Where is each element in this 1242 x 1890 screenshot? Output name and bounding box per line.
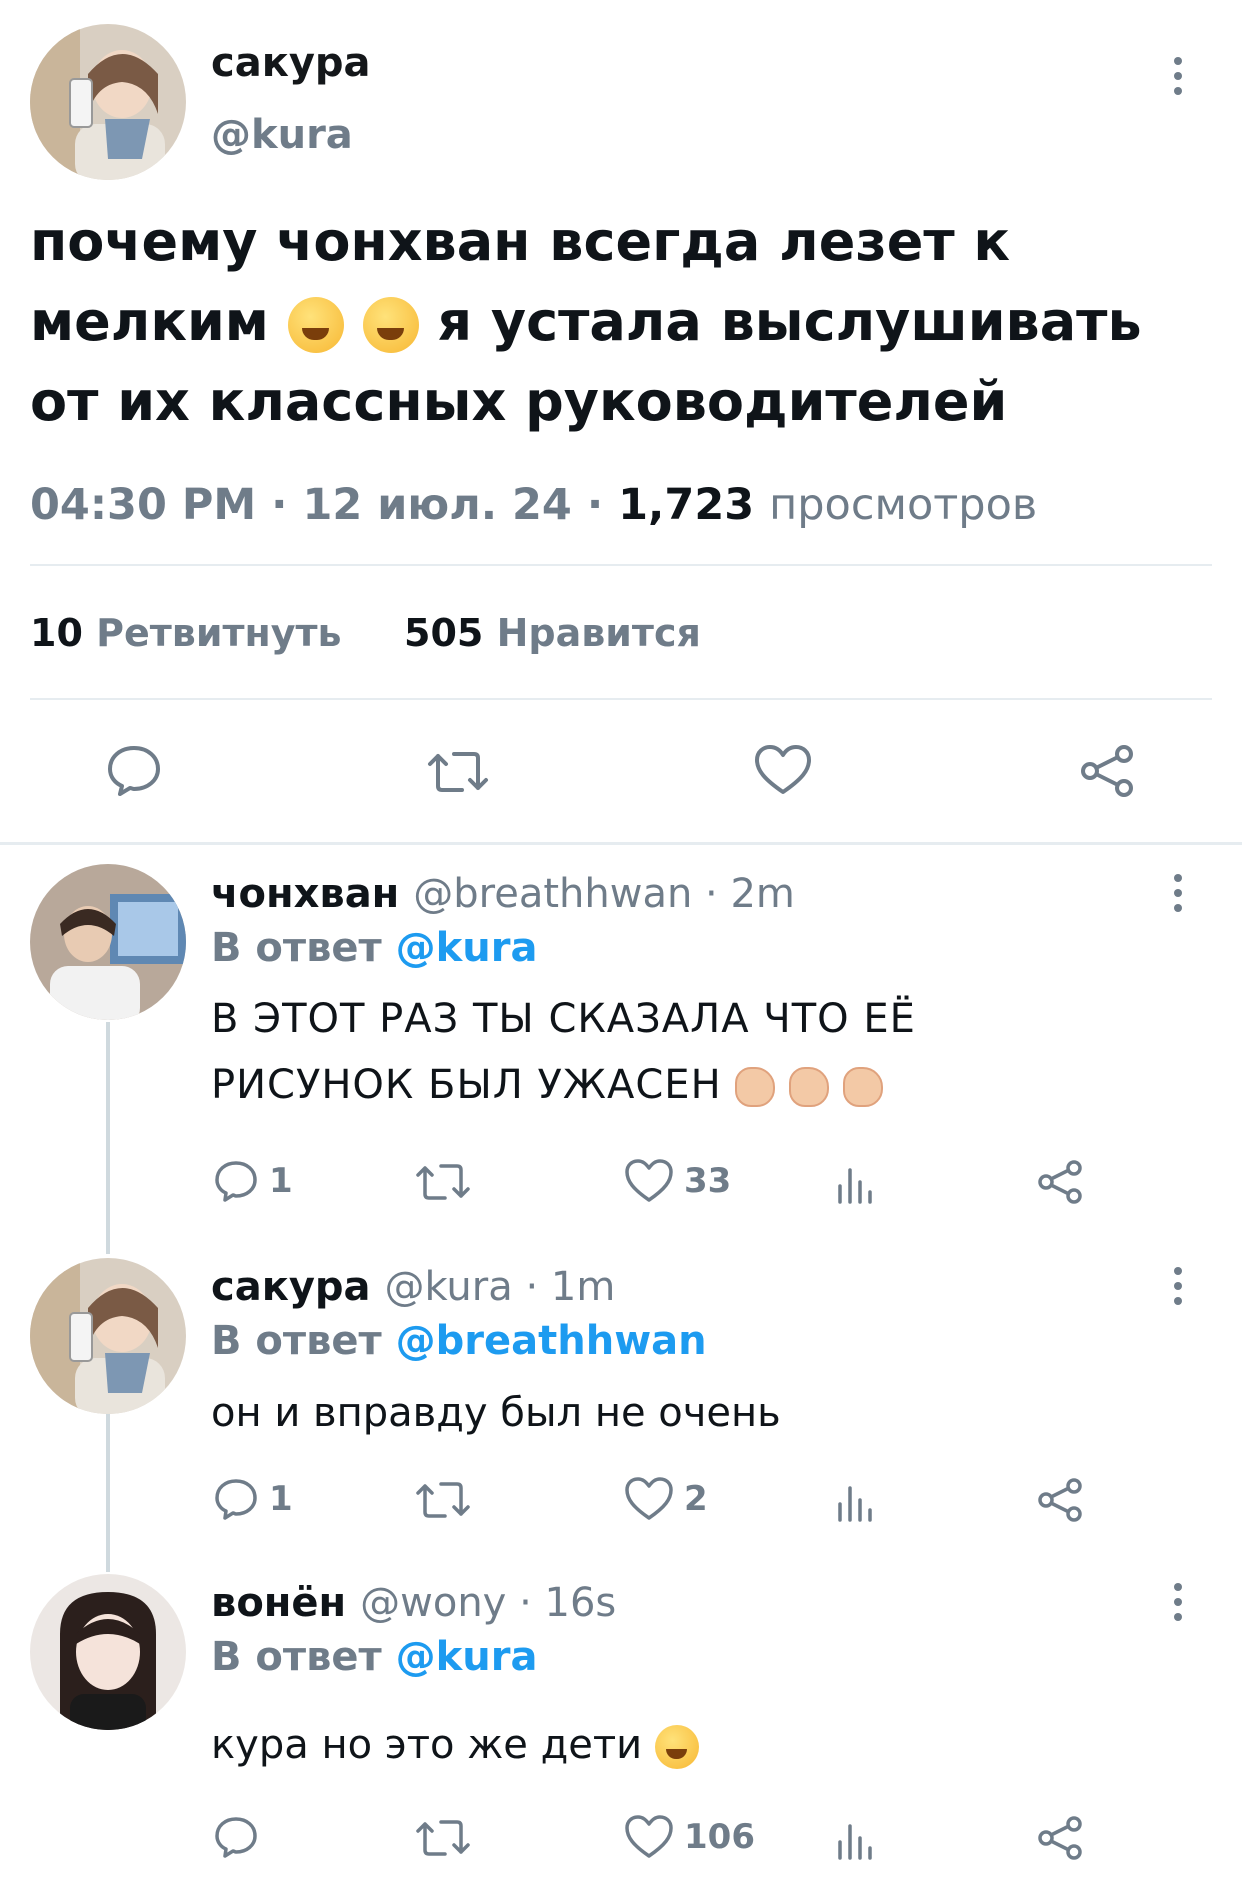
reply-author-handle[interactable]: @breathhwan · 2m bbox=[413, 871, 795, 917]
likes-count[interactable]: 505 bbox=[404, 611, 483, 655]
more-icon[interactable] bbox=[1170, 1266, 1186, 1306]
more-icon[interactable] bbox=[1170, 1582, 1186, 1622]
reply-to-line: В ответ @kura bbox=[211, 925, 538, 971]
like-action[interactable]: 106 bbox=[624, 1814, 755, 1860]
stats-icon bbox=[838, 1824, 872, 1860]
more-icon[interactable] bbox=[1170, 56, 1186, 96]
crying-emoji bbox=[362, 297, 419, 354]
share-icon bbox=[1038, 1160, 1082, 1204]
share-action[interactable] bbox=[1036, 1814, 1084, 1862]
tweet-views-count: 1,723 bbox=[618, 480, 755, 530]
thread-line bbox=[106, 1414, 110, 1572]
stats-icon bbox=[838, 1486, 872, 1522]
reply-to-line: В ответ @breathhwan bbox=[211, 1318, 707, 1364]
main-author-handle[interactable]: @kura bbox=[211, 112, 353, 158]
tweet-date[interactable]: 12 июл. 24 bbox=[302, 480, 571, 530]
avatar-reply[interactable] bbox=[30, 1258, 186, 1414]
tweet-line-2: мелким я устала выслушивать bbox=[30, 290, 1142, 354]
like-icon bbox=[625, 1815, 673, 1858]
retweet-icon bbox=[416, 1820, 470, 1856]
retweet-action[interactable] bbox=[415, 1816, 471, 1860]
retweet-icon[interactable] bbox=[426, 746, 490, 798]
reply-icon bbox=[215, 1817, 257, 1858]
tweet-line-3: от их классных руководителей bbox=[30, 370, 1008, 433]
fist-emoji bbox=[735, 1067, 776, 1107]
share-icon bbox=[1038, 1478, 1082, 1522]
mention-link[interactable]: @breathhwan bbox=[396, 1318, 707, 1364]
retweet-action[interactable] bbox=[415, 1160, 471, 1204]
main-author-name[interactable]: сакура bbox=[211, 40, 371, 86]
tweet-views-label: просмотров bbox=[769, 480, 1038, 530]
mention-link[interactable]: @kura bbox=[396, 925, 538, 971]
reply-icon bbox=[215, 1161, 257, 1202]
reply-author: вонён @wony · 16s bbox=[211, 1580, 616, 1626]
fist-emoji bbox=[842, 1067, 883, 1107]
reply-icon bbox=[215, 1479, 257, 1520]
retweet-action[interactable] bbox=[415, 1478, 471, 1522]
reply-author-name[interactable]: сакура bbox=[211, 1264, 371, 1310]
reply-text: он и вправду был не очень bbox=[211, 1390, 781, 1436]
tear-emoji bbox=[654, 1725, 699, 1769]
reply-author: чонхван @breathhwan · 2m bbox=[211, 871, 795, 917]
tweet-stats: 10 Ретвитнуть 505 Нравится bbox=[30, 611, 701, 655]
like-icon bbox=[625, 1477, 673, 1520]
crying-emoji bbox=[287, 297, 344, 354]
share-action[interactable] bbox=[1036, 1476, 1084, 1524]
stats-icon bbox=[838, 1168, 872, 1204]
likes-label[interactable]: Нравится bbox=[497, 611, 701, 655]
thread-line bbox=[106, 1022, 110, 1254]
retweet-icon bbox=[416, 1164, 470, 1200]
retweets-label[interactable]: Ретвитнуть bbox=[96, 611, 341, 655]
retweet-icon bbox=[416, 1482, 470, 1518]
fist-emoji bbox=[789, 1067, 830, 1107]
avatar-reply[interactable] bbox=[30, 864, 186, 1020]
stats-action[interactable] bbox=[834, 1818, 878, 1862]
tweet-time[interactable]: 04:30 PM bbox=[30, 480, 256, 530]
share-action[interactable] bbox=[1036, 1158, 1084, 1206]
retweets-count[interactable]: 10 bbox=[30, 611, 83, 655]
avatar-reply[interactable] bbox=[30, 1574, 186, 1730]
like-action[interactable]: 2 bbox=[624, 1476, 708, 1522]
like-action[interactable]: 33 bbox=[624, 1158, 731, 1204]
avatar-main[interactable] bbox=[30, 24, 186, 180]
section-divider bbox=[0, 842, 1242, 845]
stats-action[interactable] bbox=[834, 1480, 878, 1524]
reply-author-handle[interactable]: @wony · 16s bbox=[360, 1580, 616, 1626]
reply-action[interactable]: 1 bbox=[213, 1158, 293, 1204]
reply-text: кура но это же дети bbox=[211, 1712, 699, 1778]
tweet-line-1: почему чонхван всегда лезет к bbox=[30, 210, 1011, 273]
reply-author-handle[interactable]: @kura · 1m bbox=[385, 1264, 616, 1310]
divider bbox=[30, 564, 1212, 566]
main-tweet-text: почему чонхван всегда лезет к мелким я у… bbox=[30, 202, 1230, 442]
share-icon[interactable] bbox=[1078, 742, 1136, 800]
like-icon[interactable] bbox=[754, 744, 812, 796]
reply-author: сакура @kura · 1m bbox=[211, 1264, 615, 1310]
reply-action[interactable]: 1 bbox=[213, 1476, 293, 1522]
mention-link[interactable]: @kura bbox=[396, 1634, 538, 1680]
tweet-meta: 04:30 PM · 12 июл. 24 · 1,723 просмотров bbox=[30, 480, 1038, 530]
reply-action[interactable] bbox=[213, 1814, 269, 1860]
divider bbox=[30, 698, 1212, 700]
share-icon bbox=[1038, 1816, 1082, 1860]
stats-action[interactable] bbox=[834, 1162, 878, 1206]
reply-author-name[interactable]: вонён bbox=[211, 1580, 346, 1626]
reply-to-line: В ответ @kura bbox=[211, 1634, 538, 1680]
reply-author-name[interactable]: чонхван bbox=[211, 871, 399, 917]
like-icon bbox=[625, 1159, 673, 1202]
reply-icon[interactable] bbox=[106, 742, 162, 798]
reply-text: В ЭТОТ РАЗ ТЫ СКАЗАЛА ЧТО ЕЁ РИСУНОК БЫЛ… bbox=[211, 996, 916, 1108]
more-icon[interactable] bbox=[1170, 873, 1186, 913]
